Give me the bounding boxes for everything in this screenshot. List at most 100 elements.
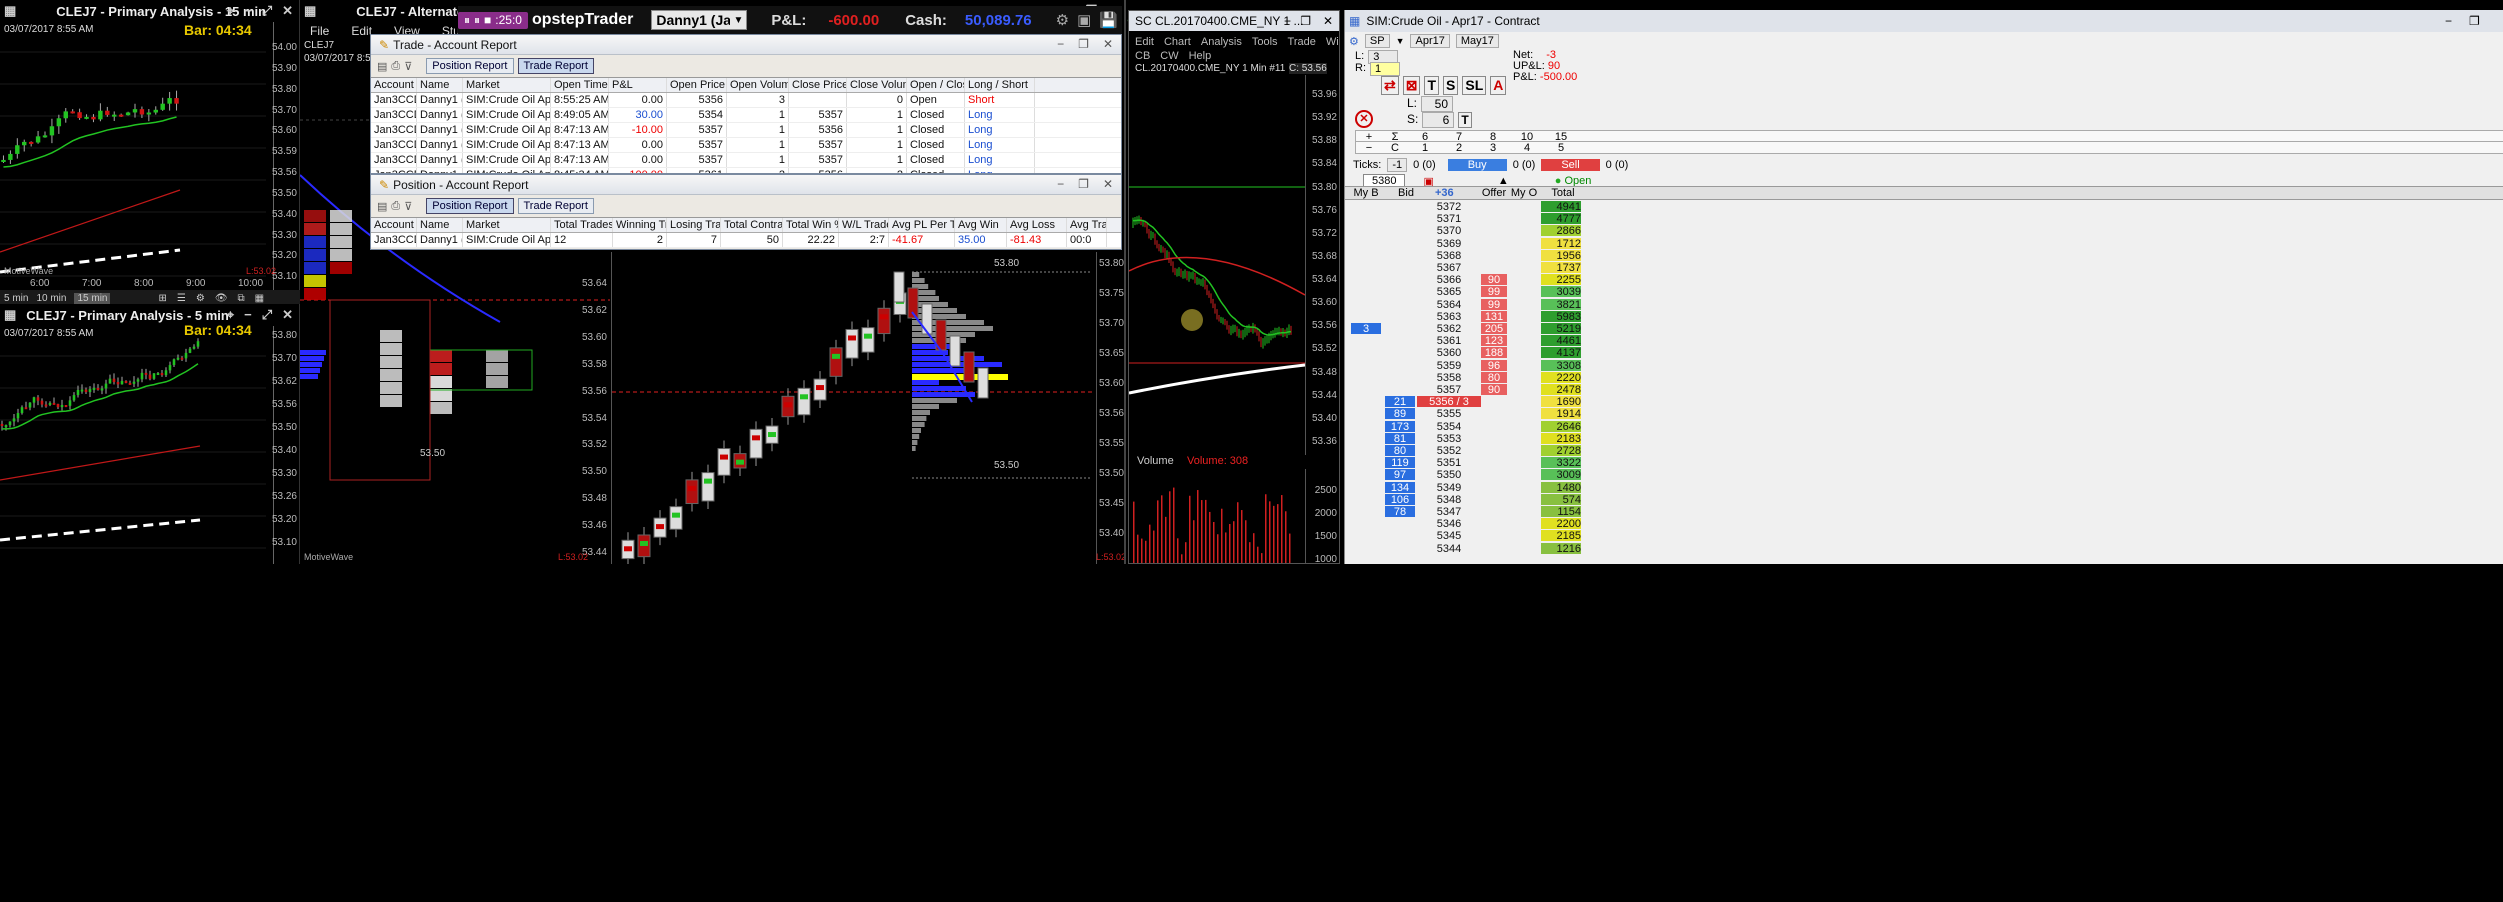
export-icon[interactable]: ▤: [377, 200, 387, 213]
offer-cell[interactable]: [1481, 421, 1507, 432]
bid-cell[interactable]: [1385, 238, 1415, 249]
minimize-icon[interactable]: −: [1057, 177, 1064, 191]
filter-icon[interactable]: ⊽: [404, 200, 412, 213]
column-header[interactable]: Open / Closed: [907, 78, 965, 92]
offer-cell[interactable]: [1481, 225, 1507, 236]
tab-trade-report[interactable]: Trade Report: [517, 58, 594, 74]
qty-preset[interactable]: 10: [1510, 131, 1544, 143]
ladder-row[interactable]: 80 5352 2728: [1345, 444, 2503, 457]
my-offer-cell[interactable]: [1509, 445, 1539, 456]
ladder-row[interactable]: 5363 131 5983: [1345, 310, 2503, 323]
bid-cell[interactable]: [1385, 384, 1415, 395]
bid-cell[interactable]: [1385, 360, 1415, 371]
crosshair-icon[interactable]: ⌖: [227, 3, 234, 19]
my-bid-cell[interactable]: [1351, 530, 1381, 541]
bid-cell[interactable]: [1385, 530, 1415, 541]
column-header[interactable]: Name: [417, 218, 463, 232]
my-offer-cell[interactable]: [1509, 225, 1539, 236]
column-header[interactable]: Avg PL Per Trad: [889, 218, 955, 232]
month-may17[interactable]: May17: [1455, 34, 1499, 48]
offer-cell[interactable]: 90: [1481, 384, 1507, 396]
offer-cell[interactable]: [1481, 201, 1507, 212]
tab-trade-report[interactable]: Trade Report: [517, 198, 594, 214]
ladder-row[interactable]: 5345 2185: [1345, 529, 2503, 542]
column-header[interactable]: Total Win %: [783, 218, 839, 232]
column-header[interactable]: W/L Trades: [839, 218, 889, 232]
offer-cell[interactable]: [1481, 469, 1507, 480]
save-icon[interactable]: 💾: [1099, 11, 1118, 29]
my-offer-cell[interactable]: [1509, 311, 1539, 322]
stop-limit-button[interactable]: SL: [1462, 76, 1487, 95]
table-row[interactable]: Jan3CCDarDanny1 (JaSIM:Crude Oil Apr178:…: [371, 93, 1121, 108]
my-offer-cell[interactable]: [1509, 262, 1539, 273]
minimize-icon[interactable]: −: [244, 307, 252, 323]
my-offer-cell[interactable]: [1509, 408, 1539, 419]
my-bid-cell[interactable]: [1351, 384, 1381, 395]
account-select[interactable]: Danny1 (Jan3CC▼: [651, 10, 748, 30]
ladder-row[interactable]: 5372 4941: [1345, 200, 2503, 213]
chart-5min-plot[interactable]: [0, 326, 266, 564]
my-offer-cell[interactable]: [1509, 421, 1539, 432]
bid-cell[interactable]: 21: [1385, 396, 1415, 408]
minimize-icon[interactable]: −: [2445, 14, 2452, 28]
qty-preset[interactable]: 8: [1476, 131, 1510, 143]
qty-preset[interactable]: 7: [1442, 131, 1476, 143]
column-header[interactable]: Total Trades: [551, 218, 613, 232]
ladder-column-header[interactable]: Total: [1545, 187, 1581, 199]
menu-help[interactable]: Help: [1189, 50, 1212, 62]
price-ladder[interactable]: 5372 4941 5371 4777 5370 2866 5369 1712 5368 1956…: [1345, 200, 2503, 564]
bid-cell[interactable]: [1385, 213, 1415, 224]
ladder-row[interactable]: 5368 1956: [1345, 249, 2503, 262]
maximize-icon[interactable]: ⤢: [262, 307, 272, 323]
timer-badge[interactable]: ⏸ ⏸ ■:25:0: [458, 11, 528, 29]
bid-cell[interactable]: 78: [1385, 506, 1415, 518]
my-bid-cell[interactable]: [1351, 494, 1381, 505]
my-offer-cell[interactable]: [1509, 482, 1539, 493]
sc-window[interactable]: SC CL.20170400.CME_NY 1 ... − ❐ ✕ Edit Ch…: [1128, 10, 1340, 564]
buy-button[interactable]: Buy: [1447, 159, 1507, 171]
offer-cell[interactable]: [1481, 408, 1507, 419]
qty-preset[interactable]: 5: [1544, 142, 1578, 154]
column-header[interactable]: Close Volume: [847, 78, 907, 92]
qty-preset[interactable]: 4: [1510, 142, 1544, 154]
qty-preset[interactable]: 15: [1544, 131, 1578, 143]
menu-cw[interactable]: CW: [1160, 50, 1178, 62]
toolbar-icon[interactable]: ☰: [177, 293, 186, 304]
bid-cell[interactable]: [1385, 323, 1415, 334]
restore-icon[interactable]: ❐: [1078, 37, 1089, 51]
sell-button[interactable]: Sell: [1541, 159, 1600, 171]
offer-cell[interactable]: 131: [1481, 310, 1507, 323]
flatten-icon[interactable]: ⊠: [1402, 76, 1421, 95]
column-header[interactable]: Market: [463, 78, 551, 92]
table-row[interactable]: Jan3CCDarDanny1 (JaSIM:Crude Oil Apr178:…: [371, 108, 1121, 123]
my-offer-cell[interactable]: [1509, 518, 1539, 529]
bid-cell[interactable]: [1385, 201, 1415, 212]
bid-cell[interactable]: [1385, 518, 1415, 529]
offer-cell[interactable]: 188: [1481, 347, 1507, 359]
my-offer-cell[interactable]: [1509, 494, 1539, 505]
trade-report-dialog[interactable]: ✎ Trade - Account Report − ❐ ✕ ▤ ⎙ ⊽ Posit…: [370, 34, 1122, 174]
my-offer-cell[interactable]: [1509, 384, 1539, 395]
offer-cell[interactable]: [1481, 213, 1507, 224]
my-bid-cell[interactable]: 3: [1351, 323, 1381, 335]
my-offer-cell[interactable]: [1509, 372, 1539, 383]
close-icon[interactable]: ✕: [282, 307, 293, 323]
qty-preset[interactable]: 2: [1442, 142, 1476, 154]
menu-window[interactable]: Window: [1326, 36, 1339, 48]
offer-cell[interactable]: [1481, 543, 1507, 554]
column-header[interactable]: Open Price: [667, 78, 727, 92]
my-offer-cell[interactable]: [1509, 335, 1539, 346]
my-bid-cell[interactable]: [1351, 238, 1381, 249]
my-offer-cell[interactable]: [1509, 201, 1539, 212]
ladder-row[interactable]: 5369 1712: [1345, 237, 2503, 250]
column-header[interactable]: Account: [371, 218, 417, 232]
tab-position-report[interactable]: Position Report: [426, 198, 514, 214]
minimize-icon[interactable]: −: [244, 3, 252, 19]
ladder-column-header[interactable]: Bid: [1391, 187, 1421, 199]
ladder-row[interactable]: 5361 123 4461: [1345, 334, 2503, 347]
offer-cell[interactable]: 99: [1481, 298, 1507, 311]
sum-icon[interactable]: Σ: [1382, 131, 1408, 143]
my-bid-cell[interactable]: [1351, 201, 1381, 212]
my-bid-cell[interactable]: [1351, 299, 1381, 310]
my-bid-cell[interactable]: [1351, 421, 1381, 432]
